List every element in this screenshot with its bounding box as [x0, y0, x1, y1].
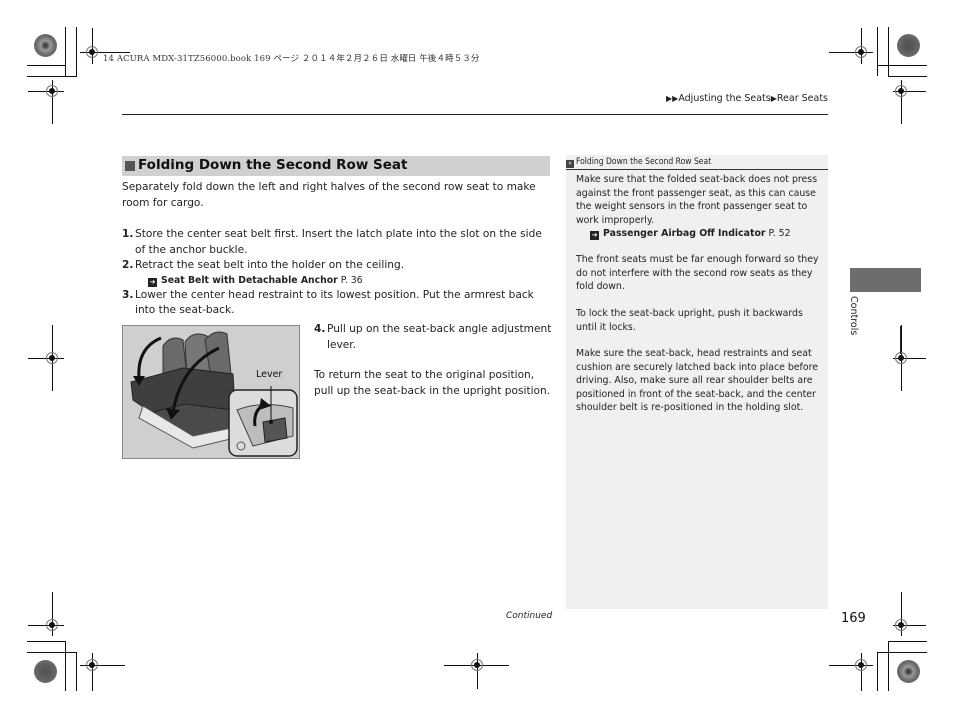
color-target-icon [897, 34, 920, 57]
sidebar-heading-text: Folding Down the Second Row Seat [576, 157, 712, 167]
registration-mark-icon [46, 352, 58, 364]
breadcrumb: ▶▶Adjusting the Seats▶Rear Seats [666, 93, 828, 104]
continued-label: Continued [506, 611, 553, 621]
cross-reference-airbag[interactable]: ➔ Passenger Airbag Off Indicator P. 52 [576, 227, 824, 241]
breadcrumb-item-adjusting-seats[interactable]: Adjusting the Seats [678, 93, 770, 104]
reference-page: P. 52 [768, 228, 791, 239]
crop-mark [27, 65, 66, 66]
crop-mark [27, 652, 77, 653]
chapter-tab-text: Controls [848, 296, 859, 336]
step-1: 1. Store the center seat belt first. Ins… [122, 227, 554, 258]
crop-mark [888, 641, 927, 642]
registration-mark-icon [895, 352, 907, 364]
cross-reference-seat-belt[interactable]: ➔ Seat Belt with Detachable Anchor P. 36 [122, 274, 554, 288]
sidebar-heading: » Folding Down the Second Row Seat [566, 155, 828, 170]
color-target-icon [34, 34, 57, 57]
gray-square-bullet-icon [125, 161, 135, 171]
chapter-tab-rule [900, 326, 901, 354]
color-target-icon [34, 660, 57, 683]
crop-mark [27, 76, 77, 77]
sidebar-paragraph-text: Make sure that the folded seat-back does… [576, 174, 818, 226]
double-arrow-box-icon: » [566, 160, 574, 168]
steps-list: 1. Store the center seat belt first. Ins… [122, 227, 554, 319]
reference-title[interactable]: Passenger Airbag Off Indicator [603, 228, 766, 239]
intro-paragraph: Separately fold down the left and right … [122, 181, 536, 209]
section-title: Folding Down the Second Row Seat [138, 157, 408, 173]
seat-folding-illustration: Lever [122, 325, 300, 459]
crop-mark [76, 27, 77, 76]
crop-mark [76, 652, 77, 691]
crop-mark [27, 641, 66, 642]
header-divider [122, 114, 828, 115]
step-number: 2. [122, 259, 134, 271]
sidebar-paragraph: Make sure the seat-back, head restraints… [576, 348, 819, 413]
crop-mark [877, 27, 878, 76]
reference-page: P. 36 [340, 274, 363, 286]
page-number: 169 [841, 611, 866, 626]
step-text: Store the center seat belt first. Insert… [135, 228, 542, 256]
breadcrumb-item-rear-seats[interactable]: Rear Seats [777, 93, 828, 104]
return-instruction: To return the seat to the original posit… [314, 369, 551, 397]
step-3: 3. Lower the center head restraint to it… [122, 288, 554, 319]
registration-mark-icon [855, 659, 867, 671]
registration-mark-icon [86, 659, 98, 671]
chapter-tab-label[interactable]: Controls [845, 296, 859, 346]
registration-mark-icon [855, 46, 867, 58]
crop-mark [877, 652, 878, 691]
crop-mark [65, 27, 66, 76]
double-triangle-right-icon: ▶▶ [666, 94, 679, 103]
crop-mark [888, 27, 889, 76]
color-target-icon [897, 660, 920, 683]
sidebar-paragraph: To lock the seat-back upright, push it b… [576, 308, 803, 333]
registration-mark-icon [471, 659, 483, 671]
crop-mark [65, 641, 66, 691]
step-text: Retract the seat belt into the holder on… [135, 259, 405, 271]
crop-mark [888, 76, 927, 77]
crop-mark [888, 641, 889, 691]
sidebar-paragraph: Make sure that the folded seat-back does… [576, 173, 824, 241]
crop-mark [877, 652, 927, 653]
chapter-tab[interactable] [850, 268, 921, 292]
step-text: Pull up on the seat-back angle adjustmen… [327, 323, 552, 351]
registration-mark-icon [46, 85, 58, 97]
reference-arrow-icon: ➔ [590, 231, 599, 240]
figure-callout-lever: Lever [256, 369, 283, 380]
step-number: 4. [314, 323, 326, 335]
seat-illustration-svg [123, 326, 299, 458]
print-file-meta: 14 ACURA MDX-31TZ56000.book 169 ページ ２０１４… [103, 54, 480, 64]
step-2: 2. Retract the seat belt into the holder… [122, 258, 554, 274]
step-text: Lower the center head restraint to its l… [135, 288, 534, 317]
reference-arrow-icon: ➔ [148, 277, 157, 287]
crop-mark [877, 65, 927, 66]
step-4: 4. Pull up on the seat-back angle adjust… [314, 322, 554, 353]
sidebar-notes: » Folding Down the Second Row Seat Make s… [566, 155, 828, 609]
step-number: 3. [122, 288, 134, 301]
registration-mark-icon [46, 619, 58, 631]
registration-mark-icon [895, 85, 907, 97]
reference-title[interactable]: Seat Belt with Detachable Anchor [161, 275, 338, 286]
sidebar-paragraph: The front seats must be far enough forwa… [576, 254, 819, 292]
registration-mark-icon [86, 46, 98, 58]
registration-mark-icon [895, 619, 907, 631]
section-heading: Folding Down the Second Row Seat [122, 156, 550, 176]
step-number: 1. [122, 228, 134, 240]
step-4-content: 4. Pull up on the seat-back angle adjust… [314, 322, 554, 353]
